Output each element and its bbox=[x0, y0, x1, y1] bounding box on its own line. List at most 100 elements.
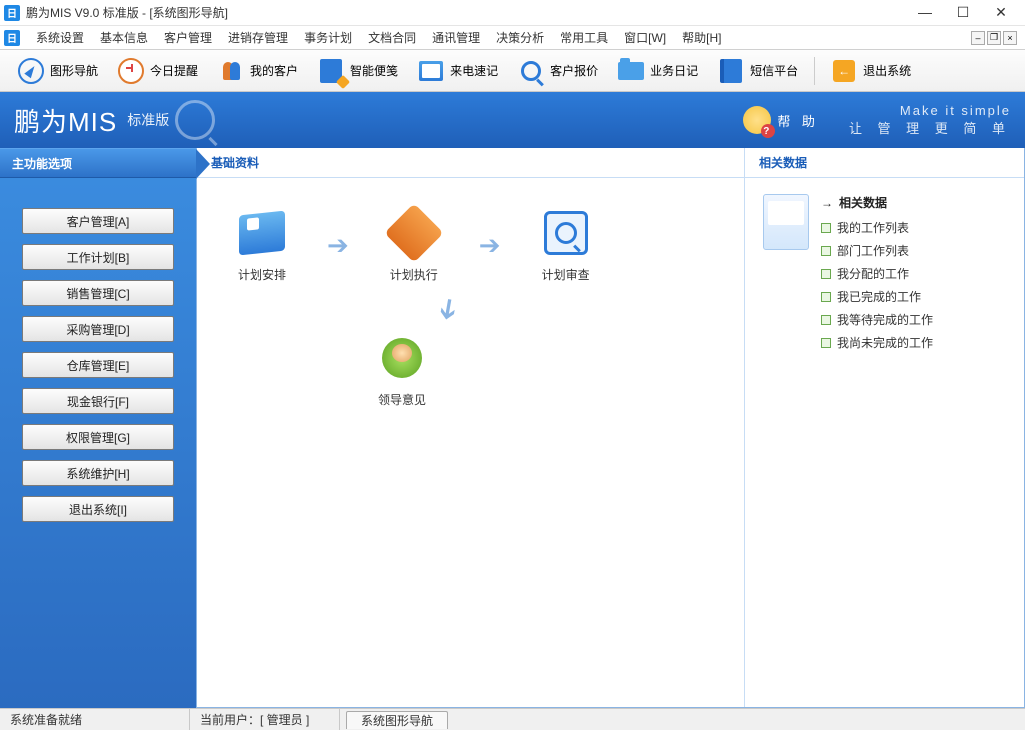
related-item-5[interactable]: 我尚未完成的工作 bbox=[821, 334, 1006, 351]
sidebar-button-8[interactable]: 退出系统[I] bbox=[22, 496, 174, 522]
related-item-label: 我等待完成的工作 bbox=[837, 311, 933, 328]
toolbar-notebook-button[interactable]: 智能便笺 bbox=[310, 54, 406, 88]
book-icon bbox=[419, 61, 443, 81]
exec-label: 计划执行 bbox=[390, 266, 438, 283]
flow-node-review[interactable]: 计划审查 bbox=[521, 208, 611, 283]
magnify-icon bbox=[175, 100, 215, 140]
menu-item-0[interactable]: 系统设置 bbox=[28, 29, 92, 46]
related-item-2[interactable]: 我分配的工作 bbox=[821, 265, 1006, 282]
mdi-minimize-button[interactable]: – bbox=[971, 31, 985, 45]
slogan: Make it simple 让 管 理 更 简 单 bbox=[849, 103, 1011, 137]
flow-node-plan[interactable]: 计划安排 bbox=[217, 208, 307, 283]
flow-node-leader[interactable]: 领导意见 bbox=[357, 333, 447, 408]
review-label: 计划审查 bbox=[542, 266, 590, 283]
checkbox-icon bbox=[821, 292, 831, 302]
sidebar-button-6[interactable]: 权限管理[G] bbox=[22, 424, 174, 450]
folder-icon bbox=[618, 62, 644, 80]
toolbar-people-button[interactable]: 我的客户 bbox=[210, 54, 306, 88]
flow-node-exec[interactable]: 计划执行 bbox=[369, 208, 459, 283]
related-item-0[interactable]: 我的工作列表 bbox=[821, 219, 1006, 236]
toolbar-bookblue-button[interactable]: 短信平台 bbox=[710, 54, 806, 88]
mdi-icon: 日 bbox=[4, 30, 20, 46]
toolbar-label: 业务日记 bbox=[650, 62, 698, 79]
toolbar: 图形导航 今日提醒我的客户 智能便笺来电速记 客户报价 业务日记 短信平台 退出系统 bbox=[0, 50, 1025, 92]
status-user: 当前用户：[ 管理员 ] bbox=[190, 709, 340, 730]
slogan-cn: 让 管 理 更 简 单 bbox=[849, 118, 1011, 137]
menu-bar: 日 系统设置基本信息客户管理进销存管理事务计划文档合同通讯管理决策分析常用工具窗… bbox=[0, 26, 1025, 50]
search-icon bbox=[521, 61, 541, 81]
toolbar-label: 智能便笺 bbox=[350, 62, 398, 79]
status-bar: 系统准备就绪 当前用户：[ 管理员 ] 系统图形导航 bbox=[0, 708, 1025, 730]
menu-item-10[interactable]: 帮助[H] bbox=[674, 29, 729, 46]
minimize-button[interactable]: — bbox=[913, 4, 937, 21]
sidebar-button-0[interactable]: 客户管理[A] bbox=[22, 208, 174, 234]
menu-item-1[interactable]: 基本信息 bbox=[92, 29, 156, 46]
review-icon bbox=[544, 211, 588, 255]
menu-item-2[interactable]: 客户管理 bbox=[156, 29, 220, 46]
menu-item-7[interactable]: 决策分析 bbox=[488, 29, 552, 46]
help-face-icon bbox=[743, 106, 771, 134]
exec-icon bbox=[384, 203, 443, 262]
app-icon: 日 bbox=[4, 5, 20, 21]
menu-item-4[interactable]: 事务计划 bbox=[296, 29, 360, 46]
toolbar-folder-button[interactable]: 业务日记 bbox=[610, 54, 706, 88]
leader-label: 领导意见 bbox=[378, 391, 426, 408]
related-group-title-text: 相关数据 bbox=[839, 194, 887, 211]
banner-help-link[interactable]: 帮 助 bbox=[743, 106, 819, 134]
compass-icon bbox=[18, 58, 44, 84]
bookblue-icon bbox=[720, 59, 742, 83]
toolbar-label: 今日提醒 bbox=[150, 62, 198, 79]
sidebar-button-1[interactable]: 工作计划[B] bbox=[22, 244, 174, 270]
arrow-icon: ➔ bbox=[479, 230, 501, 261]
sidebar-button-5[interactable]: 现金银行[F] bbox=[22, 388, 174, 414]
sidebar-button-2[interactable]: 销售管理[C] bbox=[22, 280, 174, 306]
checkbox-icon bbox=[821, 315, 831, 325]
toolbar-label: 短信平台 bbox=[750, 62, 798, 79]
people-icon bbox=[223, 62, 240, 80]
toolbar-label: 图形导航 bbox=[50, 62, 98, 79]
sidebar-button-4[interactable]: 仓库管理[E] bbox=[22, 352, 174, 378]
right-panel-header: 相关数据 bbox=[745, 148, 1024, 178]
related-item-label: 部门工作列表 bbox=[837, 242, 909, 259]
toolbar-label: 客户报价 bbox=[550, 62, 598, 79]
main-area: 基础资料 计划安排 ➔ 计划执行 ➔ 计划审查 bbox=[196, 148, 1025, 708]
related-item-label: 我的工作列表 bbox=[837, 219, 909, 236]
related-group-title: → 相关数据 bbox=[821, 194, 1006, 211]
window-titlebar: 日 鹏为MIS V9.0 标准版 - [系统图形导航] — ☐ ✕ bbox=[0, 0, 1025, 26]
related-item-label: 我已完成的工作 bbox=[837, 288, 921, 305]
checkbox-icon bbox=[821, 246, 831, 256]
checkbox-icon bbox=[821, 223, 831, 233]
toolbar-clock-button[interactable]: 今日提醒 bbox=[110, 54, 206, 88]
menu-item-9[interactable]: 窗口[W] bbox=[616, 29, 674, 46]
mdi-restore-button[interactable]: ❐ bbox=[987, 31, 1001, 45]
checkbox-icon bbox=[821, 269, 831, 279]
mdi-close-button[interactable]: × bbox=[1003, 31, 1017, 45]
toolbar-search-button[interactable]: 客户报价 bbox=[510, 54, 606, 88]
menu-item-5[interactable]: 文档合同 bbox=[360, 29, 424, 46]
sidebar: 主功能选项 客户管理[A] 工作计划[B] 销售管理[C] 采购管理[D] 仓库管理[E… bbox=[0, 148, 196, 708]
banner: 鹏为MIS 标准版 帮 助 Make it simple 让 管 理 更 简 单 bbox=[0, 92, 1025, 148]
sidebar-button-7[interactable]: 系统维护[H] bbox=[22, 460, 174, 486]
plan-icon bbox=[239, 211, 285, 256]
related-item-label: 我分配的工作 bbox=[837, 265, 909, 282]
related-item-4[interactable]: 我等待完成的工作 bbox=[821, 311, 1006, 328]
toolbar-exit-button[interactable]: 退出系统 bbox=[823, 54, 919, 88]
sidebar-header: 主功能选项 bbox=[0, 148, 196, 178]
arrow-right-icon: → bbox=[821, 196, 833, 210]
center-panel: 基础资料 计划安排 ➔ 计划执行 ➔ 计划审查 bbox=[197, 148, 744, 707]
maximize-button[interactable]: ☐ bbox=[951, 4, 975, 21]
menu-item-8[interactable]: 常用工具 bbox=[552, 29, 616, 46]
related-item-3[interactable]: 我已完成的工作 bbox=[821, 288, 1006, 305]
clock-icon bbox=[118, 58, 144, 84]
checkbox-icon bbox=[821, 338, 831, 348]
toolbar-book-button[interactable]: 来电速记 bbox=[410, 54, 506, 88]
menu-item-3[interactable]: 进销存管理 bbox=[220, 29, 296, 46]
toolbar-separator bbox=[814, 57, 815, 85]
related-item-1[interactable]: 部门工作列表 bbox=[821, 242, 1006, 259]
toolbar-compass-button[interactable]: 图形导航 bbox=[10, 54, 106, 88]
menu-item-6[interactable]: 通讯管理 bbox=[424, 29, 488, 46]
sidebar-button-3[interactable]: 采购管理[D] bbox=[22, 316, 174, 342]
flow-area: 计划安排 ➔ 计划执行 ➔ 计划审查 ➔ bbox=[197, 178, 744, 707]
close-button[interactable]: ✕ bbox=[989, 4, 1013, 21]
status-tab[interactable]: 系统图形导航 bbox=[346, 711, 448, 729]
